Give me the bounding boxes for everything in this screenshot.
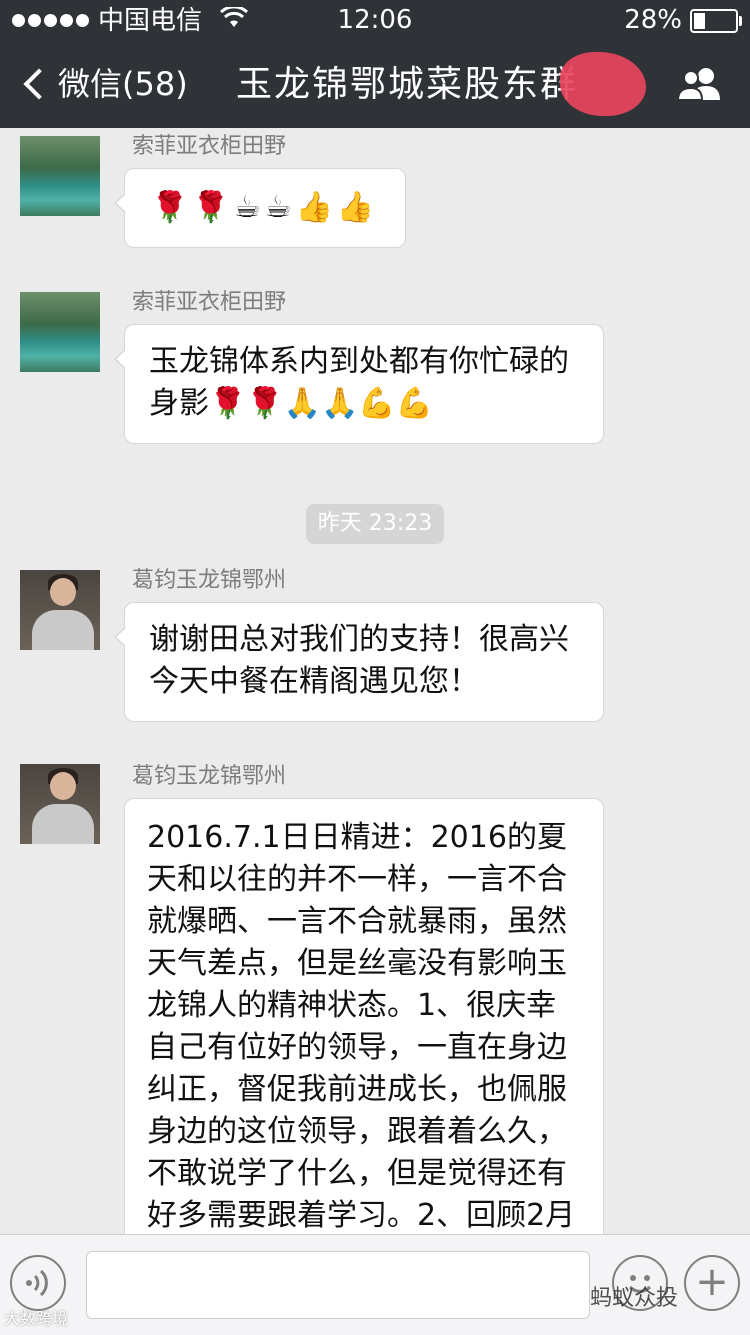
plus-button[interactable]: + xyxy=(684,1255,740,1311)
battery-indicator: 28% xyxy=(624,0,742,40)
status-bar: 中国电信 12:06 28% xyxy=(0,0,750,40)
message-text: 2016.7.1日日精进：2016的夏天和以往的并不一样，一言不合就爆晒、一言不… xyxy=(147,820,576,1233)
group-members-icon[interactable] xyxy=(676,66,724,106)
back-label: 微信(58) xyxy=(58,65,188,103)
voice-icon xyxy=(26,1269,48,1297)
message-bubble[interactable]: 2016.7.1日日精进：2016的夏天和以往的并不一样，一言不合就爆晒、一言不… xyxy=(124,798,604,1234)
message-text: 🌹🌹☕☕👍👍 xyxy=(151,190,379,225)
message-bubble[interactable]: 谢谢田总对我们的支持！很高兴今天中餐在精阁遇见您！ xyxy=(114,602,604,722)
watermark-right: 蚂蚁众投 xyxy=(590,1286,679,1311)
avatar[interactable] xyxy=(20,292,100,372)
plus-icon: + xyxy=(695,1259,729,1305)
avatar[interactable] xyxy=(20,136,100,216)
sender-name: 葛钧玉龙锦鄂州 xyxy=(132,764,287,789)
header-bar: 中国电信 12:06 28% 微信(58) 玉龙锦鄂城菜股东群 xyxy=(0,0,750,128)
voice-button[interactable] xyxy=(10,1255,66,1311)
battery-icon xyxy=(690,8,742,33)
watermark-left: 大数跨境 xyxy=(4,1309,69,1328)
sender-name: 索菲亚衣柜田野 xyxy=(132,134,287,159)
message-text: 谢谢田总对我们的支持！很高兴今天中餐在精阁遇见您！ xyxy=(149,622,569,699)
back-button[interactable]: 微信(58) xyxy=(18,60,188,108)
battery-percent: 28% xyxy=(624,5,682,35)
avatar[interactable] xyxy=(20,570,100,650)
sender-name: 索菲亚衣柜田野 xyxy=(132,290,287,315)
message-bubble[interactable]: 玉龙锦体系内到处都有你忙碌的身影🌹🌹🙏🙏💪💪 xyxy=(114,324,604,444)
message-text: 玉龙锦体系内到处都有你忙碌的身影🌹🌹🙏🙏💪💪 xyxy=(149,344,569,421)
battery-fill xyxy=(694,12,705,29)
sender-name: 葛钧玉龙锦鄂州 xyxy=(132,568,287,593)
time-separator: 昨天 23:23 xyxy=(306,504,444,544)
chat-title: 玉龙锦鄂城菜股东群 xyxy=(236,64,579,105)
message-list[interactable]: 索菲亚衣柜田野 🌹🌹☕☕👍👍 索菲亚衣柜田野 玉龙锦体系内到处都有你忙碌的身影🌹… xyxy=(0,128,750,1234)
message-input[interactable] xyxy=(86,1251,590,1319)
avatar[interactable] xyxy=(20,764,100,844)
chevron-left-icon xyxy=(23,68,55,100)
message-bubble[interactable]: 🌹🌹☕☕👍👍 xyxy=(114,168,406,248)
